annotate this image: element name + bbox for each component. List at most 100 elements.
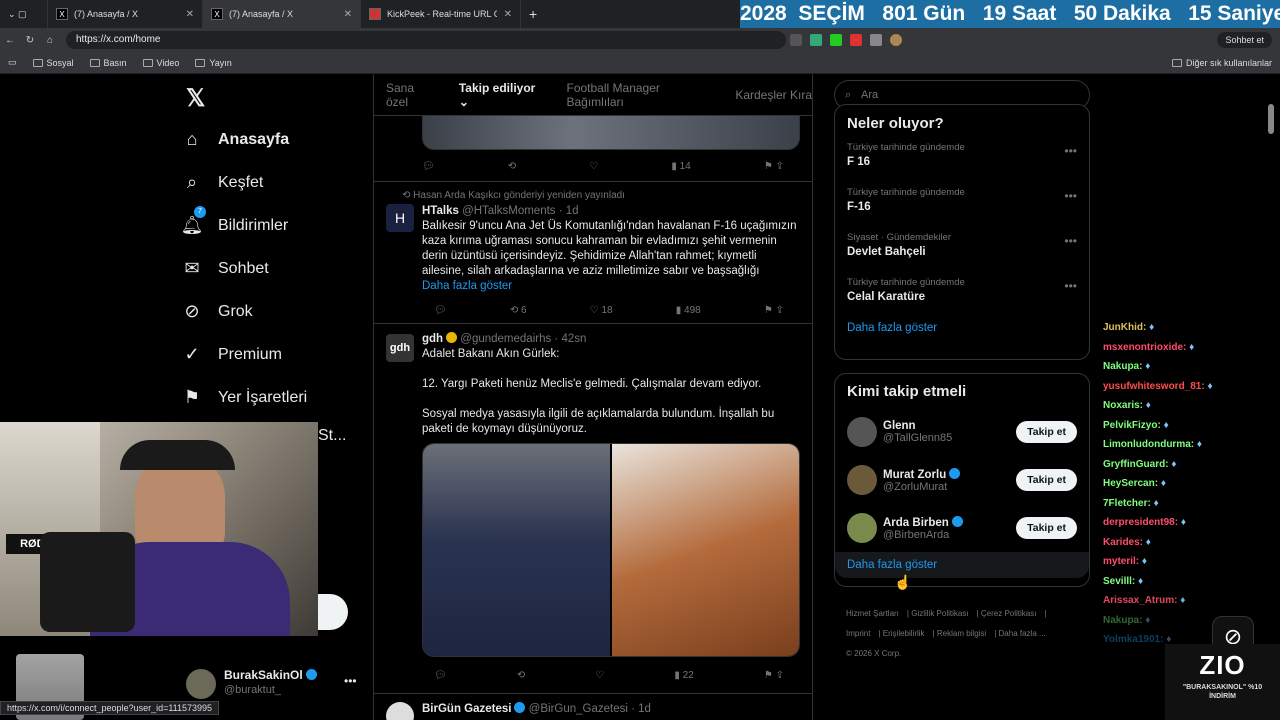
footer-link[interactable]: Çerez Politikası: [981, 609, 1037, 618]
author-handle[interactable]: @gundemedairhs · 42sn: [460, 333, 586, 345]
avatar[interactable]: [386, 702, 414, 720]
follow-suggestion[interactable]: Arda Birben @BirbenArda Takip et: [835, 504, 1089, 552]
nav-item-bookmark[interactable]: ⚑ Yer İşaretleri: [180, 376, 370, 419]
reading-list-icon[interactable]: ▭: [0, 57, 25, 68]
nav-item-label: Yer İşaretleri: [218, 388, 308, 406]
extension-icon[interactable]: [810, 34, 822, 46]
bookmark-folder[interactable]: Video: [135, 58, 188, 68]
more-icon[interactable]: •••: [344, 674, 357, 688]
views-count[interactable]: ▮ 14: [671, 161, 690, 172]
show-more-link[interactable]: Daha fazla göster: [422, 279, 800, 294]
refresh-icon[interactable]: ↻: [20, 35, 40, 46]
author-name[interactable]: HTalks: [422, 205, 459, 217]
trend-item[interactable]: Siyaset · Gündemdekiler Devlet Bahçeli •••: [835, 226, 1089, 271]
extension-icon[interactable]: [870, 34, 882, 46]
nav-item-grok[interactable]: ⊘ Grok: [180, 290, 370, 333]
avatar[interactable]: gdh: [386, 334, 414, 362]
author-name[interactable]: gdh: [422, 333, 443, 345]
tweet[interactable]: 💬︎ ⟲ ♡ ▮ 14 ⚑ ⇪: [374, 116, 812, 182]
tweet-media[interactable]: [422, 443, 800, 657]
bookmark-icon[interactable]: ⚑ ⇪: [764, 670, 784, 681]
author-name[interactable]: BirGün Gazetesi: [422, 703, 511, 715]
tweet[interactable]: BirGün Gazetesi @BirGun_Gazetesi · 1d: [374, 694, 812, 720]
footer-link[interactable]: Imprint: [846, 629, 870, 638]
new-tab-icon[interactable]: +: [521, 0, 545, 28]
page-scrollbar[interactable]: [1268, 104, 1274, 134]
nav-item-premium[interactable]: ✓ Premium: [180, 333, 370, 376]
nav-item-search[interactable]: ⌕ Keşfet: [180, 161, 370, 204]
close-icon[interactable]: ✕: [504, 9, 512, 20]
more-icon[interactable]: •••: [1064, 144, 1077, 158]
like-icon[interactable]: ♡: [589, 161, 598, 172]
trend-item[interactable]: Türkiye tarihinde gündemde F 16 •••: [835, 136, 1089, 181]
back-icon[interactable]: ←: [0, 35, 20, 46]
follow-button[interactable]: Takip et: [1016, 421, 1077, 443]
chat-message: yusufwhitesword_81: ♦: [1103, 380, 1213, 392]
like-count[interactable]: ♡ 18: [590, 305, 613, 316]
nav-item-bell[interactable]: 🔔︎ Bildirimler: [180, 204, 370, 247]
x-logo-icon[interactable]: 𝕏: [180, 74, 370, 118]
bookmark-icon[interactable]: ⚑ ⇪: [764, 161, 784, 172]
author-handle[interactable]: @BirGun_Gazetesi · 1d: [529, 703, 651, 715]
views-count[interactable]: ▮ 498: [676, 305, 701, 316]
follow-button[interactable]: Takip et: [1016, 517, 1077, 539]
extension-icon[interactable]: [850, 34, 862, 46]
footer-link[interactable]: Erişilebilirlik: [883, 629, 925, 638]
browser-tab[interactable]: KickPeek - Real-time URL Crawler✕: [361, 0, 521, 28]
more-icon[interactable]: •••: [1064, 234, 1077, 248]
trend-item[interactable]: Türkiye tarihinde gündemde Celal Karatüre…: [835, 271, 1089, 316]
nav-item-mail[interactable]: ✉ Sohbet: [180, 247, 370, 290]
author-handle[interactable]: @HTalksMoments · 1d: [462, 205, 578, 217]
browser-tab-active[interactable]: X (7) Anasayfa / X ✕: [203, 0, 361, 28]
url-input[interactable]: https://x.com/home: [66, 31, 786, 49]
avatar[interactable]: [847, 465, 877, 495]
chat-message: Nakupa: ♦: [1103, 361, 1151, 372]
tab-list-kardesler[interactable]: Kardeşler Kıra: [735, 88, 812, 102]
footer-link[interactable]: Gizlilik Politikası: [911, 609, 968, 618]
follow-button[interactable]: Takip et: [1016, 469, 1077, 491]
more-icon[interactable]: •••: [1064, 279, 1077, 293]
tab-for-you[interactable]: Sana özel: [386, 81, 437, 109]
reply-icon[interactable]: 💬︎: [434, 670, 447, 681]
bookmark-folder[interactable]: Yayın: [187, 58, 239, 68]
retweet-count[interactable]: ⟲ 6: [510, 305, 527, 316]
trend-item[interactable]: Türkiye tarihinde gündemde F-16 •••: [835, 181, 1089, 226]
home-icon[interactable]: ⌂: [40, 35, 60, 46]
close-icon[interactable]: ✕: [186, 9, 194, 20]
nav-item-home[interactable]: ⌂ Anasayfa: [180, 118, 370, 161]
tab-actions-icon[interactable]: ⌄ ▢: [0, 0, 48, 28]
post-button[interactable]: [318, 594, 348, 630]
reply-icon[interactable]: 💬︎: [422, 161, 435, 172]
extension-icon[interactable]: [790, 34, 802, 46]
footer-link[interactable]: Daha fazla ...: [999, 629, 1046, 638]
follow-suggestion[interactable]: Glenn @TallGlenn85 Takip et: [835, 408, 1089, 456]
tab-following[interactable]: Takip ediliyor ⌄: [459, 81, 545, 109]
profile-avatar[interactable]: [890, 34, 902, 46]
follow-suggestion[interactable]: Murat Zorlu @ZorluMurat Takip et: [835, 456, 1089, 504]
tab-list-fm[interactable]: Football Manager Bağımlıları: [567, 81, 714, 109]
extension-icon[interactable]: [830, 34, 842, 46]
bookmark-icon[interactable]: ⚑ ⇪: [764, 305, 784, 316]
retweet-icon[interactable]: ⟲: [517, 670, 525, 681]
like-icon[interactable]: ♡: [595, 670, 604, 681]
browser-tab[interactable]: X (7) Anasayfa / X ✕: [48, 0, 203, 28]
views-count[interactable]: ▮ 22: [674, 670, 693, 681]
other-bookmarks-folder[interactable]: Diğer sık kullanılanlar: [1164, 58, 1280, 68]
chat-button[interactable]: Sohbet et: [1217, 32, 1272, 48]
footer-link[interactable]: Reklam bilgisi: [937, 629, 986, 638]
retweet-icon[interactable]: ⟲: [508, 161, 516, 172]
avatar[interactable]: [847, 417, 877, 447]
avatar[interactable]: [847, 513, 877, 543]
avatar[interactable]: H: [386, 204, 414, 232]
tweet[interactable]: ⟲ Hasan Arda Kaşıkcı gönderiyi yeniden y…: [374, 182, 812, 324]
tweet[interactable]: gdh gdh @gundemedairhs · 42sn Adalet Bak…: [374, 324, 812, 694]
account-switcher[interactable]: BurakSakinOl @buraktut_ •••: [180, 664, 370, 704]
more-icon[interactable]: •••: [1064, 189, 1077, 203]
reply-icon[interactable]: 💬︎: [434, 305, 447, 316]
footer-link[interactable]: Hizmet Şartları: [846, 609, 899, 618]
trends-show-more[interactable]: Daha fazla göster: [835, 316, 1089, 340]
bookmark-folder[interactable]: Basın: [82, 58, 135, 68]
close-icon[interactable]: ✕: [344, 9, 352, 20]
bookmark-folder[interactable]: Sosyal: [25, 58, 82, 68]
wtf-show-more[interactable]: Daha fazla göster: [835, 552, 1089, 578]
